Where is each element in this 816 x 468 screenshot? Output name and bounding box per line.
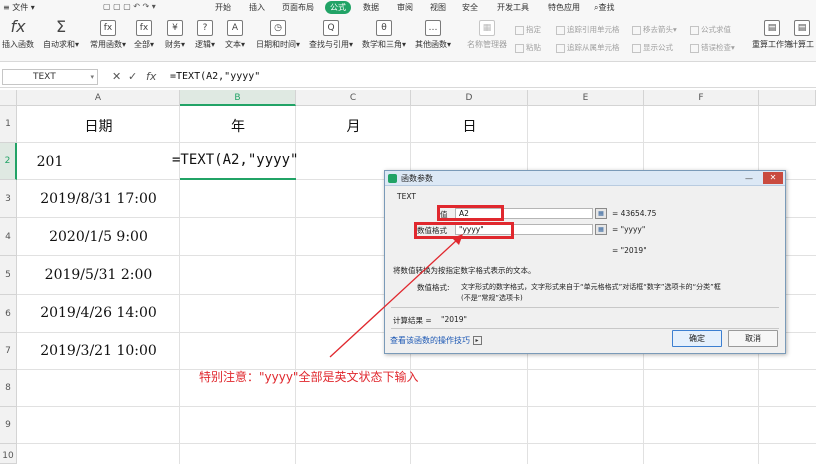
annotation-note: 特别注意："yyyy"全部是英文状态下输入 (199, 370, 419, 384)
annotation-arrow (329, 234, 463, 358)
arrow-line (329, 238, 459, 358)
